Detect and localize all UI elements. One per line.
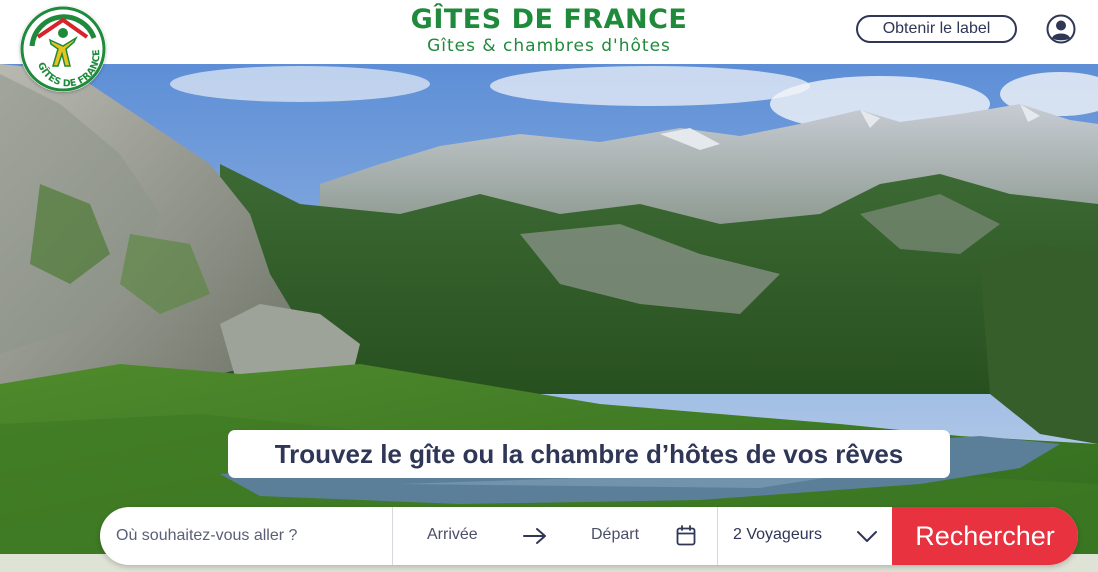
divider xyxy=(717,507,718,565)
search-button[interactable]: Rechercher xyxy=(892,507,1078,565)
search-bar: Arrivée Départ 2 Voyageurs Rechercher xyxy=(100,507,1078,565)
arrow-right-icon xyxy=(523,528,546,544)
divider xyxy=(392,507,393,565)
destination-input[interactable] xyxy=(116,523,386,549)
brand-title[interactable]: GÎTES DE FRANCE xyxy=(411,4,688,35)
hero-banner xyxy=(0,64,1098,572)
site-header: GÎTES DE FRANCE Gîtes & chambres d'hôtes… xyxy=(0,0,1098,64)
guests-select[interactable]: 2 Voyageurs xyxy=(733,526,822,544)
chevron-down-icon[interactable] xyxy=(856,527,878,545)
arrival-date-field[interactable]: Arrivée xyxy=(427,526,478,544)
gites-de-france-logo[interactable]: GÎTES DE FRANCE xyxy=(20,6,106,92)
hero-tagline: Trouvez le gîte ou la chambre d’hôtes de… xyxy=(228,430,950,478)
calendar-icon[interactable] xyxy=(676,525,696,546)
departure-date-field[interactable]: Départ xyxy=(591,526,639,544)
user-circle-icon[interactable] xyxy=(1046,14,1076,44)
mountain-landscape-image xyxy=(0,64,1098,572)
get-label-button[interactable]: Obtenir le label xyxy=(856,15,1017,43)
